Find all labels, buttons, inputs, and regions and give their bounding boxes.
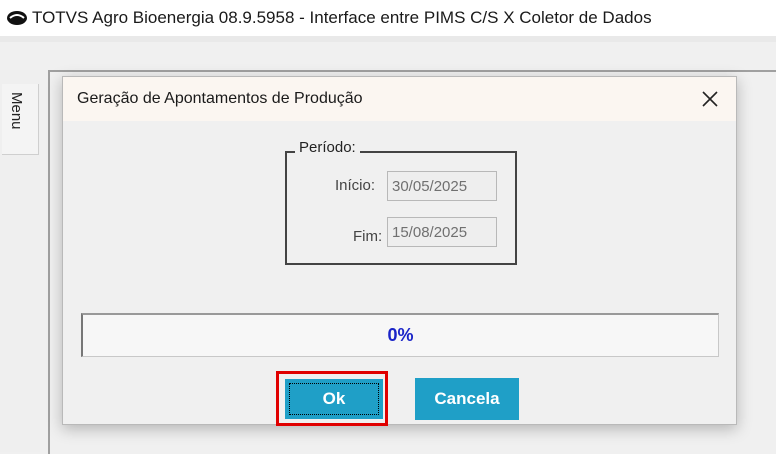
ok-button[interactable]: Ok	[285, 379, 383, 419]
close-icon[interactable]	[693, 83, 727, 115]
window-titlebar: TOTVS Agro Bioenergia 08.9.5958 - Interf…	[0, 0, 776, 36]
periodo-groupbox	[285, 151, 517, 265]
periodo-legend: Período:	[295, 139, 360, 156]
dialog-title: Geração de Apontamentos de Produção	[77, 90, 363, 107]
dialog-header: Geração de Apontamentos de Produção	[63, 77, 736, 121]
cancel-button[interactable]: Cancela	[415, 378, 519, 420]
inicio-label: Início:	[335, 177, 376, 194]
menu-tab-label: Menu	[8, 92, 25, 130]
totvs-logo-icon	[7, 11, 27, 25]
background-toolbar	[0, 36, 776, 42]
progress-bar: 0%	[81, 313, 719, 357]
dialog: Geração de Apontamentos de Produção Perí…	[62, 76, 737, 425]
fim-label: Fim:	[353, 228, 383, 245]
window-title: TOTVS Agro Bioenergia 08.9.5958 - Interf…	[32, 8, 652, 27]
progress-text: 0%	[387, 325, 414, 345]
inicio-date-field[interactable]	[387, 171, 497, 201]
fim-date-field[interactable]	[387, 217, 497, 247]
